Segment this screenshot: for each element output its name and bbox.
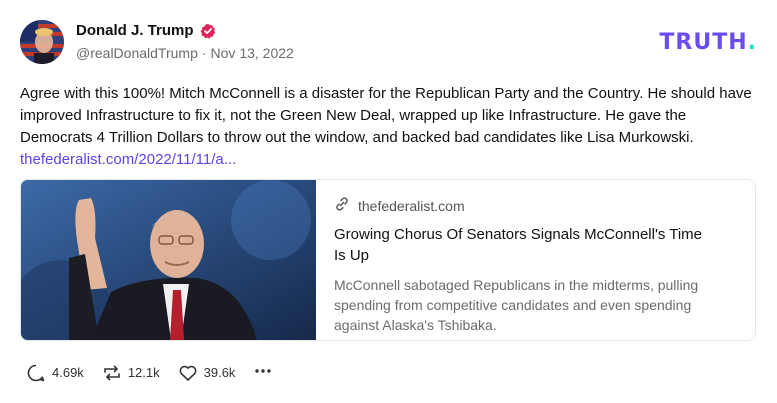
retruth-button[interactable]: 12.1k bbox=[102, 363, 160, 383]
card-description: McConnell sabotaged Republicans in the m… bbox=[334, 277, 699, 333]
post-date[interactable]: Nov 13, 2022 bbox=[211, 45, 294, 61]
more-icon bbox=[253, 361, 273, 384]
card-domain-row: thefederalist.com bbox=[334, 196, 737, 215]
more-options-button[interactable] bbox=[253, 361, 273, 384]
truth-logo[interactable]: TRUTH. bbox=[659, 30, 757, 55]
author-name[interactable]: Donald J. Trump bbox=[76, 22, 194, 39]
like-button[interactable]: 39.6k bbox=[178, 363, 236, 383]
card-image bbox=[21, 180, 316, 340]
card-title: Growing Chorus Of Senators Signals McCon… bbox=[334, 226, 703, 264]
like-count: 39.6k bbox=[203, 365, 236, 380]
avatar[interactable] bbox=[20, 20, 64, 64]
post-meta: @realDonaldTrump · Nov 13, 2022 bbox=[76, 45, 294, 61]
truth-post: Donald J. Trump @realDonaldTrump · Nov 13,… bbox=[0, 0, 777, 403]
card-domain: thefederalist.com bbox=[358, 197, 465, 214]
author-name-row: Donald J. Trump bbox=[76, 22, 216, 39]
link-preview-card[interactable]: thefederalist.com Growing Chorus Of Sena… bbox=[20, 179, 756, 341]
reply-icon bbox=[26, 363, 46, 383]
reply-count: 4.69k bbox=[52, 365, 84, 380]
post-link[interactable]: thefederalist.com/2022/11/11/a... bbox=[20, 151, 236, 168]
retruth-icon bbox=[102, 363, 122, 383]
author-handle[interactable]: @realDonaldTrump bbox=[76, 45, 198, 61]
post-text: Agree with this 100%! Mitch McConnell is… bbox=[20, 85, 752, 146]
meta-separator: · bbox=[201, 45, 207, 61]
post-actions: 4.69k 12.1k 39.6k bbox=[26, 361, 273, 384]
verified-badge-icon bbox=[200, 23, 216, 39]
retruth-count: 12.1k bbox=[127, 365, 160, 380]
brand-name: TRUTH bbox=[659, 30, 748, 55]
reply-button[interactable]: 4.69k bbox=[26, 363, 84, 383]
post-content: Agree with this 100%! Mitch McConnell is… bbox=[20, 83, 758, 171]
brand-dot: . bbox=[747, 30, 757, 55]
card-body: thefederalist.com Growing Chorus Of Sena… bbox=[316, 180, 755, 340]
avatar-image bbox=[20, 20, 64, 64]
link-icon bbox=[334, 196, 350, 215]
like-icon bbox=[178, 363, 198, 383]
